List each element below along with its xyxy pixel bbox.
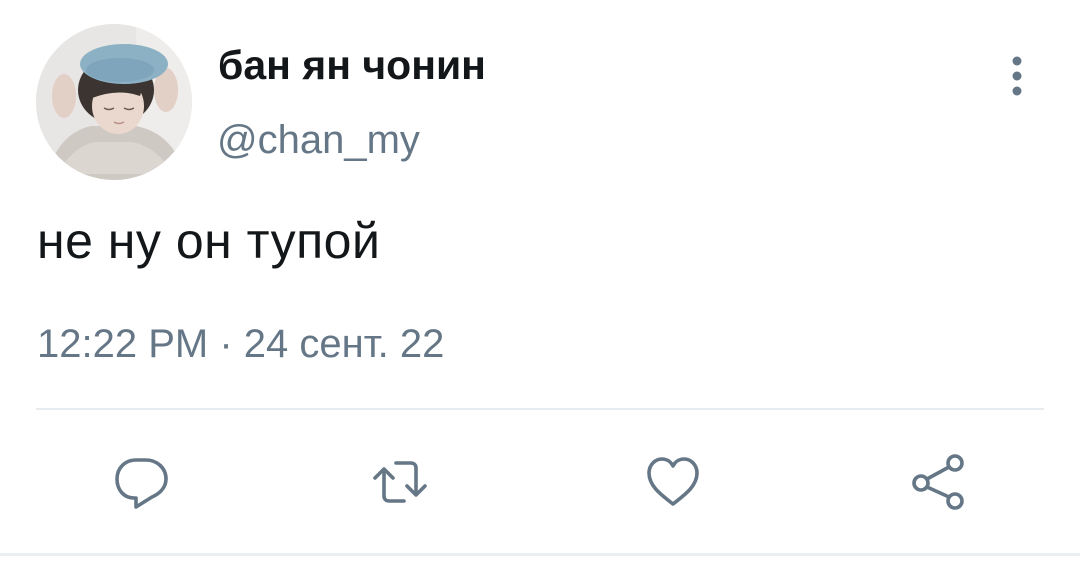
retweet-icon (373, 461, 427, 503)
reply-icon (115, 458, 168, 509)
more-vertical-icon (1012, 56, 1022, 96)
reply-button[interactable] (112, 452, 172, 512)
share-button[interactable] (908, 452, 968, 512)
tweet-card: бан ян чонин @chan_my не ну он тупой 12:… (0, 0, 1080, 573)
tweet-date: 24 сент. 22 (243, 322, 445, 366)
avatar-photo-icon (36, 24, 192, 180)
more-options-button[interactable] (1004, 52, 1030, 100)
user-handle[interactable]: @chan_my (217, 118, 420, 163)
tweet-timestamp[interactable]: 12:22 PM · 24 сент. 22 (37, 322, 444, 367)
divider (36, 408, 1044, 410)
like-button[interactable] (643, 452, 703, 512)
avatar[interactable] (36, 24, 192, 180)
meta-separator: · (219, 322, 233, 366)
display-name[interactable]: бан ян чонин (218, 42, 486, 89)
heart-icon (647, 457, 699, 506)
retweet-button[interactable] (370, 452, 430, 512)
tweet-time: 12:22 PM (37, 322, 209, 366)
share-icon (912, 454, 964, 510)
tweet-text: не ну он тупой (37, 213, 381, 269)
bottom-divider (0, 553, 1080, 556)
